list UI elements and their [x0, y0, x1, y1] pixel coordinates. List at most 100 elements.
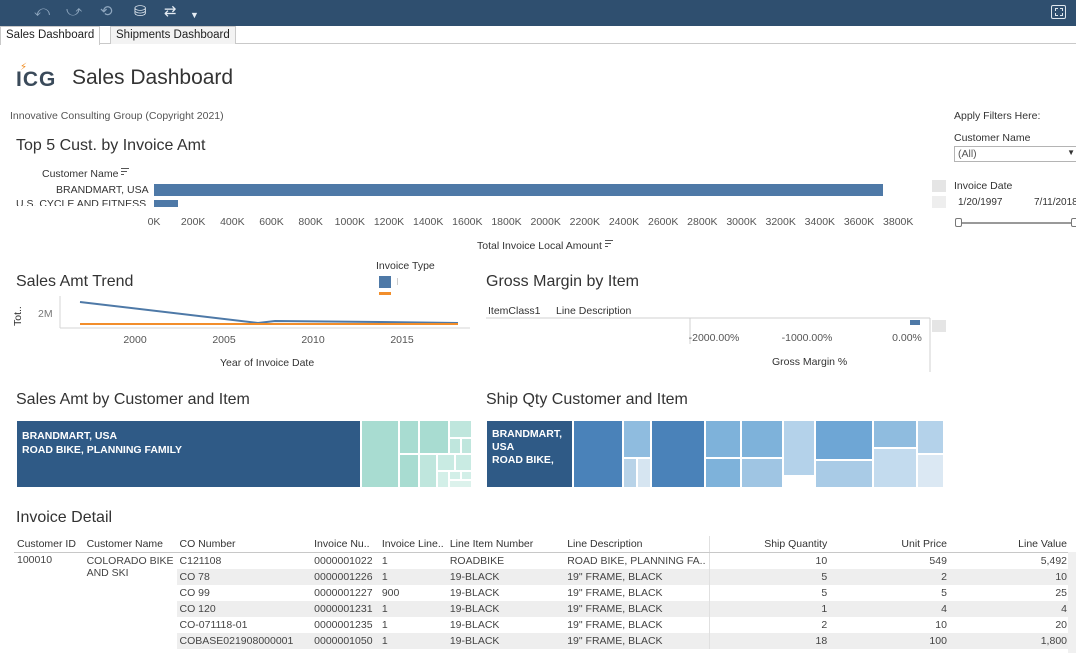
cell-line-value: 20 [1055, 618, 1067, 631]
cell-unit-price: 2 [830, 568, 950, 585]
treemap-cell[interactable] [637, 458, 651, 488]
cell-invoice-number: 0000001022 [314, 554, 373, 567]
trend-x-tick: 2015 [390, 334, 414, 346]
col-line-description[interactable]: Line Description [564, 536, 710, 553]
treemap-cell[interactable] [783, 420, 815, 476]
cell-invoice-number: 0000001226 [311, 568, 379, 585]
cell-line-item-number: ROADBIKE [449, 554, 505, 567]
cell-co-number: CO 99 [179, 586, 210, 599]
table-row[interactable]: 100010 COLORADO BIKE AND SKI C121108 0000… [14, 552, 1070, 579]
gm-col-itemclass: ItemClass1 [488, 305, 541, 317]
gm-title: Gross Margin by Item [486, 273, 639, 290]
invoice-detail-table: Customer ID Customer Name CO Number Invo… [14, 536, 1070, 649]
col-customer-name[interactable]: Customer Name [83, 536, 177, 553]
cell-unit-price: 10 [935, 618, 947, 631]
cell-line-item-number: 19-BLACK [446, 568, 565, 585]
cell-co-number: C121108 [179, 554, 222, 567]
treemap-cell[interactable] [873, 420, 917, 448]
treemap-cell[interactable] [741, 420, 783, 458]
col-invoice-number[interactable]: Invoice Nu.. [311, 536, 379, 553]
col-line-item-number[interactable]: Line Item Number [446, 536, 565, 553]
treemap-cell[interactable] [623, 420, 651, 458]
trend-x-label: Year of Invoice Date [220, 357, 315, 369]
treemap-cell[interactable] [573, 420, 623, 488]
cell-ship-quantity: 10 [815, 554, 828, 567]
cell-line-value: 1,800 [949, 632, 1070, 649]
cell-invoice-number: 0000001050 [311, 632, 379, 649]
treemap-cell[interactable] [873, 448, 917, 488]
treemap-cell[interactable] [437, 454, 455, 471]
cell-line-description: 19" FRAME, BLACK [564, 600, 710, 617]
cell-unit-price: 4 [830, 600, 950, 617]
cell-co-number: COBASE021908000001 [176, 632, 312, 649]
cell-line-value: 4 [949, 600, 1070, 617]
cell-customer-name: COLORADO BIKE AND SKI [86, 555, 174, 579]
cell-ship-quantity: 18 [709, 632, 831, 649]
treemap-cell[interactable] [449, 438, 461, 454]
treemap-cell[interactable] [815, 420, 873, 460]
sales-treemap-title: Sales Amt by Customer and Item [16, 391, 250, 408]
cell-invoice-line: 1 [381, 554, 388, 567]
treemap-cell[interactable] [449, 471, 461, 480]
cell-line-value: 5,492 [1040, 554, 1067, 567]
col-invoice-line[interactable]: Invoice Line.. [378, 536, 447, 553]
gm-x-tick: -1000.00% [781, 332, 833, 344]
treemap-cell[interactable] [399, 454, 419, 488]
treemap-cell[interactable] [917, 454, 944, 488]
col-co-number[interactable]: CO Number [176, 536, 312, 553]
cell-line-value: 25 [1055, 586, 1067, 599]
treemap-cell[interactable] [399, 420, 419, 454]
treemap-cell[interactable] [361, 420, 399, 488]
cell-line-value: 10 [949, 568, 1070, 585]
gm-bar[interactable] [910, 320, 920, 325]
col-line-value[interactable]: Line Value [949, 536, 1070, 553]
treemap-cell[interactable] [461, 438, 472, 454]
treemap-label: ROAD BIKE, PLANNING FAMILY [22, 444, 183, 456]
treemap-cell[interactable] [651, 420, 705, 488]
col-ship-quantity[interactable]: Ship Quantity [709, 536, 831, 553]
col-unit-price[interactable]: Unit Price [830, 536, 950, 553]
cell-ship-quantity: 5 [821, 586, 828, 599]
treemap-label: BRANDMART, USA [22, 430, 118, 442]
cell-line-item-number: 19-BLACK [449, 586, 500, 599]
treemap-cell[interactable] [705, 420, 741, 458]
cell-ship-quantity: 5 [709, 568, 831, 585]
treemap-cell[interactable] [705, 458, 741, 488]
cell-line-description: 19" FRAME, BLACK [564, 568, 710, 585]
col-customer-id[interactable]: Customer ID [14, 536, 84, 553]
treemap-cell[interactable] [815, 460, 873, 488]
treemap-cell[interactable] [461, 471, 472, 480]
treemap-label: USA [492, 441, 515, 453]
gm-x-tick: -2000.00% [688, 332, 740, 344]
treemap-cell[interactable] [449, 480, 472, 488]
treemap-cell[interactable] [917, 420, 944, 454]
treemap-cell[interactable] [419, 454, 437, 488]
treemap-cell[interactable] [623, 458, 637, 488]
ship-treemap: BRANDMART, USA ROAD BIKE, [486, 420, 944, 488]
treemap-cell[interactable] [419, 420, 449, 454]
treemap-label: BRANDMART, [492, 428, 562, 440]
cell-co-number: CO-071118-01 [179, 618, 248, 631]
cell-invoice-line: 1 [381, 618, 388, 631]
cell-line-item-number: 19-BLACK [449, 618, 500, 631]
trend-line-i [79, 301, 459, 325]
cell-invoice-number: 0000001227 [314, 586, 373, 599]
cell-invoice-number: 0000001235 [314, 618, 373, 631]
cell-invoice-number: 0000001231 [311, 600, 379, 617]
treemap-label: ROAD BIKE, [492, 454, 554, 466]
treemap-cell[interactable] [455, 454, 472, 471]
cell-co-number: CO 78 [176, 568, 312, 585]
treemap-cell[interactable] [741, 458, 783, 488]
cell-line-description: 19" FRAME, BLACK [564, 584, 710, 601]
trend-x-tick: 2010 [301, 334, 325, 346]
cell-line-item-number: 19-BLACK [446, 600, 565, 617]
treemap-cell[interactable] [437, 471, 449, 488]
gm-x-label: Gross Margin % [772, 356, 848, 368]
sales-treemap: BRANDMART, USA ROAD BIKE, PLANNING FAMIL… [16, 420, 472, 488]
treemap-cell[interactable] [449, 420, 472, 438]
gm-x-tick: 0.00% [892, 332, 922, 344]
cell-ship-quantity: 1 [709, 600, 831, 617]
gm-col-line-description: Line Description [556, 305, 632, 317]
table-scrollbar[interactable] [1068, 552, 1076, 653]
cell-line-description: ROAD BIKE, PLANNING FA.. [564, 552, 710, 569]
